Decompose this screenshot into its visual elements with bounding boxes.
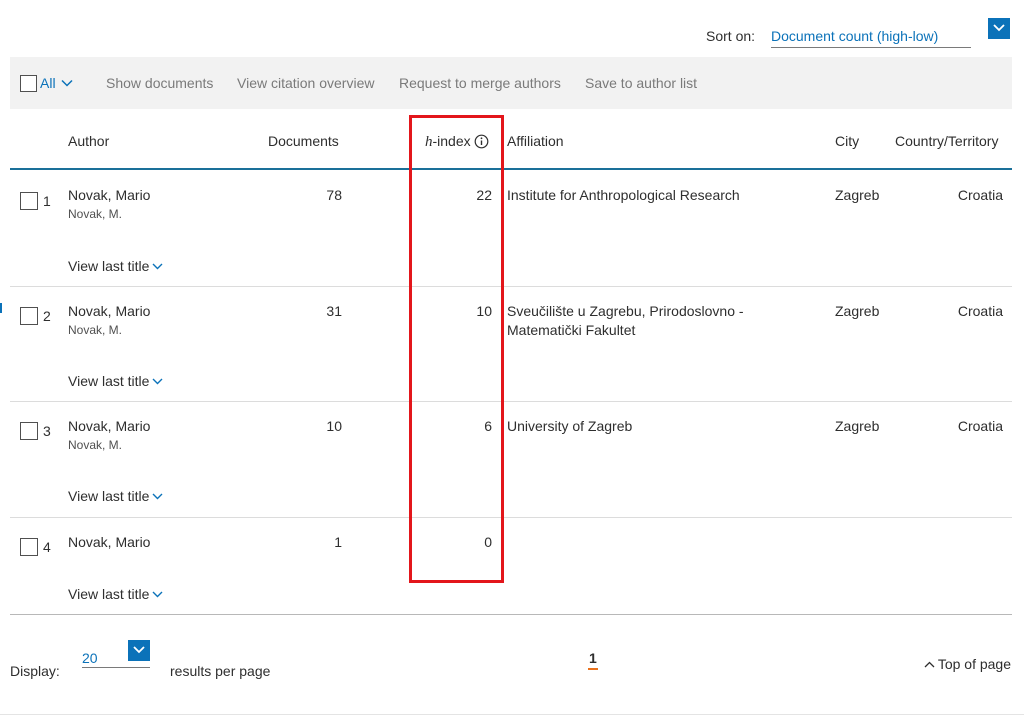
table-row: 1 Novak, Mario Novak, M. 78 22 Institute…	[10, 172, 1012, 287]
chevron-down-icon	[993, 24, 1005, 32]
row-checkbox[interactable]	[20, 422, 38, 440]
h-index-value: 10	[476, 303, 492, 319]
h-index-value: 0	[484, 534, 492, 550]
country-text: Croatia	[957, 418, 1003, 434]
documents-count-link[interactable]: 10	[326, 418, 342, 434]
current-page-indicator	[588, 668, 598, 670]
chevron-down-icon	[152, 493, 163, 500]
chevron-down-icon	[133, 646, 145, 654]
info-icon[interactable]	[474, 134, 489, 149]
affiliation-text: University of Zagreb	[507, 418, 633, 434]
column-header-affiliation[interactable]: Affiliation	[507, 133, 564, 149]
affiliation-text: Sveučilište u Zagrebu, Prirodoslovno - M…	[507, 303, 744, 338]
author-name-link[interactable]: Novak, Mario	[68, 534, 150, 550]
city-text: Zagreb	[835, 303, 880, 319]
row-checkbox[interactable]	[20, 307, 38, 325]
column-header-h-index[interactable]: h-index	[425, 133, 489, 151]
column-header-author[interactable]: Author	[68, 133, 109, 149]
view-last-title-toggle[interactable]: View last title	[68, 488, 163, 504]
current-page-number[interactable]: 1	[589, 650, 597, 666]
h-index-italic: h	[425, 134, 433, 150]
h-index-value: 22	[476, 187, 492, 203]
affiliation-text: Institute for Anthropological Research	[507, 187, 740, 203]
city-text: Zagreb	[835, 418, 880, 434]
country-text: Croatia	[957, 187, 1003, 203]
select-all-checkbox[interactable]	[20, 75, 37, 92]
chevron-down-icon[interactable]	[61, 79, 73, 87]
row-checkbox[interactable]	[20, 192, 38, 210]
view-last-title-toggle[interactable]: View last title	[68, 586, 163, 602]
author-name-link[interactable]: Novak, Mario	[68, 418, 150, 434]
row-number: 1	[43, 193, 51, 209]
sort-label: Sort on:	[706, 28, 756, 44]
column-header-city[interactable]: City	[835, 133, 859, 149]
scroll-indicator	[0, 303, 2, 313]
results-toolbar: All Show documents View citation overvie…	[10, 57, 1012, 109]
table-row: 2 Novak, Mario Novak, M. 31 10 Sveučiliš…	[10, 287, 1012, 402]
view-last-title-toggle[interactable]: View last title	[68, 258, 163, 274]
results-per-page-dropdown-button[interactable]	[128, 640, 150, 661]
view-last-title-label: View last title	[68, 258, 150, 274]
row-number: 3	[43, 423, 51, 439]
view-last-title-label: View last title	[68, 586, 150, 602]
top-of-page-label: Top of page	[937, 656, 1011, 672]
view-last-title-label: View last title	[68, 373, 150, 389]
chevron-down-icon	[152, 378, 163, 385]
author-name-variant: Novak, M.	[68, 207, 123, 221]
city-text: Zagreb	[835, 187, 880, 203]
show-documents-button[interactable]: Show documents	[106, 75, 213, 91]
top-of-page-link[interactable]: Top of page	[924, 656, 1011, 672]
author-name-link[interactable]: Novak, Mario	[68, 187, 150, 203]
save-to-author-list-button[interactable]: Save to author list	[585, 75, 697, 91]
h-index-value: 6	[484, 418, 492, 434]
row-checkbox[interactable]	[20, 538, 38, 556]
results-per-page-value: 20	[82, 650, 98, 666]
row-number: 2	[43, 308, 51, 324]
table-row: 4 Novak, Mario 1 0 View last title	[10, 518, 1012, 615]
table-header: Author Documents h-index Affiliation Cit…	[10, 110, 1012, 170]
request-merge-authors-button[interactable]: Request to merge authors	[399, 75, 561, 91]
divider	[0, 714, 1024, 715]
chevron-up-icon	[924, 661, 935, 668]
display-label: Display:	[10, 663, 60, 679]
author-name-variant: Novak, M.	[68, 438, 123, 452]
select-all-label[interactable]: All	[40, 75, 56, 91]
documents-count-link[interactable]: 31	[326, 303, 342, 319]
chevron-down-icon	[152, 591, 163, 598]
view-citation-overview-button[interactable]: View citation overview	[237, 75, 374, 91]
chevron-down-icon	[152, 263, 163, 270]
sort-dropdown-button[interactable]	[988, 18, 1010, 39]
column-header-documents[interactable]: Documents	[268, 133, 339, 149]
author-name-link[interactable]: Novak, Mario	[68, 303, 150, 319]
results-per-page-label: results per page	[170, 663, 271, 679]
row-number: 4	[43, 539, 51, 555]
view-last-title-label: View last title	[68, 488, 150, 504]
table-row: 3 Novak, Mario Novak, M. 10 6 University…	[10, 402, 1012, 518]
pagination-footer: Display: 20 results per page 1 Top of pa…	[0, 630, 1024, 700]
documents-count-link[interactable]: 1	[334, 534, 342, 550]
sort-select[interactable]: Document count (high-low)	[771, 28, 971, 48]
author-name-variant: Novak, M.	[68, 323, 123, 337]
sort-bar: Sort on: Document count (high-low)	[0, 18, 1024, 50]
column-header-country[interactable]: Country/Territory	[895, 133, 998, 149]
documents-count-link[interactable]: 78	[326, 187, 342, 203]
h-index-suffix: -index	[432, 133, 471, 149]
view-last-title-toggle[interactable]: View last title	[68, 373, 163, 389]
country-text: Croatia	[957, 303, 1003, 319]
